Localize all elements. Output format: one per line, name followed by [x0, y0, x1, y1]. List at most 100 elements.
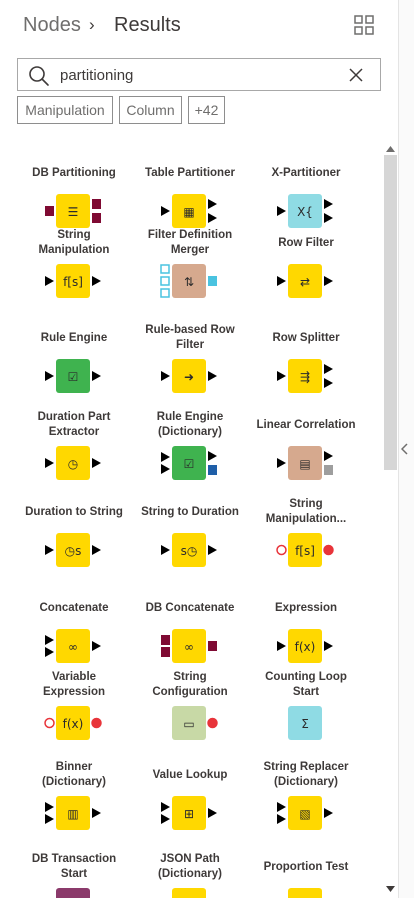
node-tile[interactable]: Rule-based Row Filter ➜	[132, 323, 248, 409]
node-tile[interactable]: JSON Path (Dictionary) {}	[132, 852, 248, 898]
node-tile[interactable]: Row Splitter ⇶	[248, 323, 364, 409]
in-port-data	[161, 206, 170, 216]
in-port-db	[45, 206, 54, 216]
node-tile[interactable]: Variable Expression f(x)	[16, 670, 132, 756]
node-tile[interactable]: DB Concatenate ∞	[132, 593, 248, 679]
node-tile[interactable]: Duration to String ◷s	[16, 497, 132, 583]
node-label: Rule-based Row	[145, 324, 235, 336]
node-label: JSON Path	[160, 853, 220, 865]
node-tile[interactable]: Rule Engine (Dictionary) ☑	[132, 410, 248, 496]
node-label: Manipulation...	[265, 513, 347, 525]
node-label: Counting Loop	[265, 671, 347, 683]
filter-definition-merger-icon: ⇅	[160, 264, 217, 298]
string-to-duration-icon: s◷	[161, 533, 217, 567]
search-box	[17, 58, 381, 91]
rule-engine-dictionary-icon: ☑	[161, 446, 217, 480]
row-splitter-icon: ⇶	[277, 359, 333, 393]
out-port-flow	[323, 544, 334, 556]
out-port-data	[324, 364, 333, 374]
node-glyph: f[s]	[295, 544, 315, 558]
in-port-flow-optional	[276, 544, 287, 556]
node-label: X-Partitioner	[271, 167, 341, 179]
scrollbar-thumb[interactable]	[384, 155, 397, 470]
node-tile[interactable]: Row Filter ⇄	[248, 228, 364, 314]
node-tile[interactable]: X-Partitioner X{	[248, 140, 364, 228]
node-label: Filter	[175, 339, 205, 351]
node-tile[interactable]: Value Lookup ⊞	[132, 760, 248, 846]
scroll-down-arrow-icon[interactable]	[386, 886, 395, 892]
node-tile[interactable]: Binner (Dictionary) ▥	[16, 760, 132, 846]
node-label: Extractor	[48, 426, 100, 438]
search-input[interactable]	[60, 63, 330, 87]
out-port-data	[324, 451, 333, 461]
linear-correlation-icon: ▤	[277, 446, 333, 480]
db-concatenate-icon: ∞	[161, 629, 217, 663]
tag-column[interactable]: Column	[119, 96, 182, 124]
breadcrumb-chevron-icon: ›	[89, 15, 95, 34]
out-port-db	[208, 641, 217, 651]
node-tile[interactable]: Duration Part Extractor ◷	[16, 410, 132, 496]
node-glyph: f(x)	[63, 717, 84, 731]
node-tile[interactable]: String Replacer (Dictionary) ▧	[248, 760, 364, 846]
chevron-left-icon[interactable]	[401, 443, 409, 455]
node-label: DB Concatenate	[145, 602, 235, 614]
node-glyph: ▧	[299, 807, 310, 821]
row-filter-icon: ⇄	[277, 264, 333, 298]
out-port-filter	[208, 276, 217, 286]
node-tile[interactable]: Expression f(x)	[248, 593, 364, 679]
db-transaction-start-icon: ▮	[56, 888, 90, 898]
out-port-db	[92, 199, 101, 209]
node-tile[interactable]: String Manipulation... f[s]	[248, 497, 364, 583]
node-label: Rule Engine	[156, 411, 224, 423]
in-port-data	[45, 458, 54, 468]
node-tile[interactable]: Linear Correlation ▤	[248, 410, 364, 496]
node-label: Concatenate	[39, 602, 109, 614]
out-port-data	[92, 545, 101, 555]
out-port-db	[92, 213, 101, 223]
node-label: Expression	[43, 686, 105, 698]
node-tile[interactable]: String Configuration ▭	[132, 670, 248, 756]
node-tile[interactable]: String Manipulation f[s]	[16, 228, 132, 314]
node-label: Proportion Test	[263, 861, 349, 873]
node-label: (Dictionary)	[42, 776, 106, 788]
node-tile[interactable]: Proportion Test ▟	[248, 852, 364, 898]
node-tile[interactable]: Filter Definition Merger ⇅	[132, 228, 248, 314]
node-tile[interactable]: DB Transaction Start ▮	[16, 852, 132, 898]
tag-manipulation[interactable]: Manipulation	[17, 96, 113, 124]
tag-more[interactable]: +42	[188, 96, 225, 124]
node-label: String	[57, 229, 91, 241]
node-glyph: ◷s	[65, 544, 82, 558]
node-label: String	[173, 671, 207, 683]
node-tile[interactable]: Table Partitioner ▦	[132, 140, 248, 228]
node-glyph: Σ	[301, 717, 309, 731]
node-label: Binner	[55, 761, 93, 773]
node-label: Variable	[51, 671, 97, 683]
node-label: Merger	[170, 244, 210, 256]
out-port-pmml	[208, 465, 217, 475]
out-port-data	[324, 199, 333, 209]
node-tile[interactable]: Rule Engine ☑	[16, 323, 132, 409]
in-port-data	[161, 814, 170, 824]
in-port-data	[277, 206, 286, 216]
breadcrumb-nodes[interactable]: Nodes	[23, 14, 81, 37]
node-tile[interactable]: String to Duration s◷	[132, 497, 248, 583]
out-port-data	[324, 213, 333, 223]
string-manipulation-variable-icon: f[s]	[276, 533, 334, 567]
close-icon[interactable]	[348, 67, 364, 83]
out-port-data	[208, 199, 217, 209]
json-path-dictionary-icon: {}	[172, 888, 206, 898]
node-body	[56, 888, 90, 898]
node-tile[interactable]: Concatenate ∞	[16, 593, 132, 679]
in-port-db	[161, 635, 170, 645]
node-label: Linear Correlation	[256, 419, 356, 431]
node-glyph: ➜	[184, 370, 194, 384]
in-port-data	[45, 802, 54, 812]
node-tile[interactable]: DB Partitioning ☰	[16, 140, 132, 228]
in-port-data	[161, 802, 170, 812]
node-label: Expression	[275, 602, 337, 614]
scroll-up-arrow-icon[interactable]	[386, 146, 395, 152]
in-port-data	[161, 545, 170, 555]
node-label: Duration Part	[37, 411, 111, 423]
grid-view-icon[interactable]	[354, 15, 374, 35]
node-tile[interactable]: Counting Loop Start Σ	[248, 670, 364, 756]
